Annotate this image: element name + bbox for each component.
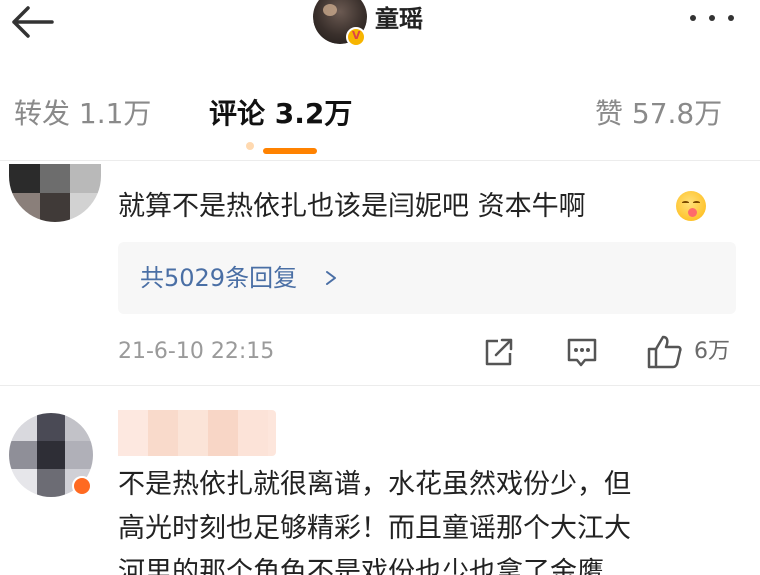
tab-reposts[interactable]: 转发 1.1万 (14, 94, 151, 134)
commenter-avatar[interactable] (9, 164, 101, 222)
chevron-right-icon (326, 271, 336, 285)
verified-badge-icon: V (346, 27, 366, 47)
top-bar: V 童瑶 (0, 0, 760, 66)
tab-indicator-dot (246, 142, 254, 150)
share-icon[interactable] (482, 335, 516, 369)
comment-text-line: 高光时刻也足够精彩！而且童谣那个大江大 (118, 513, 631, 544)
comment-timestamp: 21-6-10 22:15 (118, 339, 275, 364)
tab-active-indicator (263, 148, 317, 154)
member-badge-icon (72, 476, 92, 496)
tab-bar: 转发 1.1万 评论 3.2万 赞 57.8万 (0, 94, 760, 144)
thumbs-up-icon[interactable] (646, 334, 684, 370)
commenter-name-blurred[interactable] (118, 410, 276, 456)
divider (0, 160, 760, 161)
like-count: 6万 (694, 339, 730, 364)
view-replies-button[interactable]: 共5029条回复 (118, 242, 736, 314)
tab-likes[interactable]: 赞 57.8万 (595, 94, 722, 134)
back-arrow-icon[interactable] (8, 2, 60, 42)
comment-text: 就算不是热依扎也该是闫妮吧 资本牛啊 (118, 191, 586, 222)
yum-face-emoji-icon (676, 191, 706, 221)
divider (0, 385, 760, 386)
comment-icon[interactable] (565, 335, 599, 369)
more-dots-icon[interactable] (686, 10, 738, 26)
author-name[interactable]: 童瑶 (375, 4, 423, 34)
comment-text: 不是热依扎就很离谱，水花虽然戏份少，但 高光时刻也足够精彩！而且童谣那个大江大 … (118, 463, 738, 575)
tab-comments[interactable]: 评论 3.2万 (209, 94, 352, 134)
comment-text-line: 河里的那个角色不是戏份也少也拿了金鹰 (118, 557, 604, 575)
replies-count-label: 共5029条回复 (140, 264, 298, 292)
comment-text-line: 不是热依扎就很离谱，水花虽然戏份少，但 (118, 469, 631, 500)
